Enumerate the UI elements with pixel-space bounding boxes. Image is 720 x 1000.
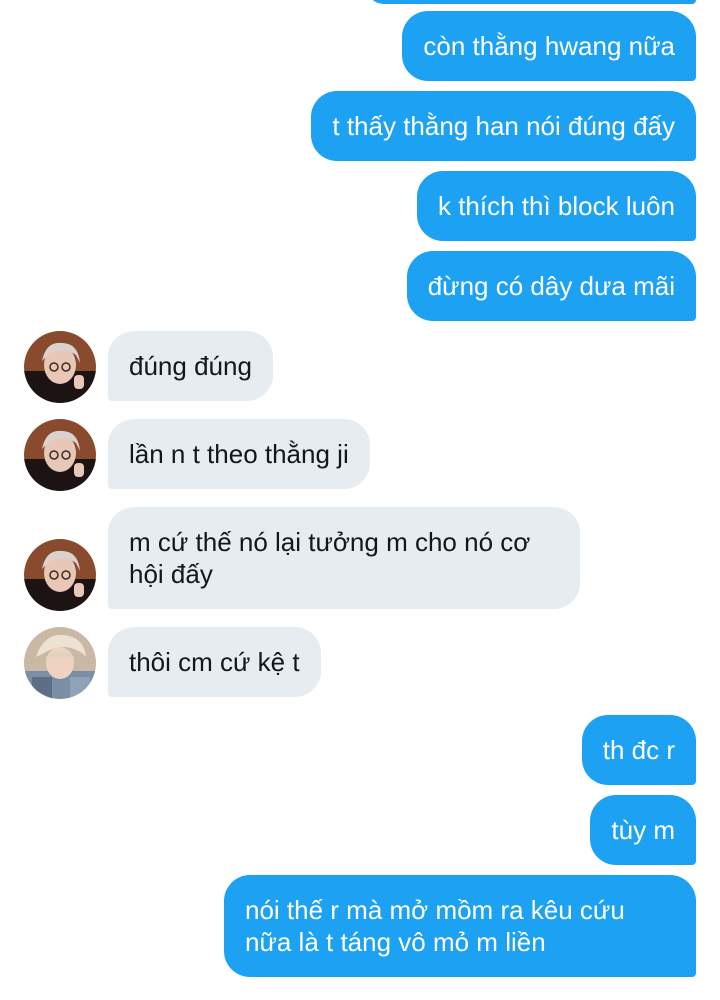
outgoing-message[interactable]: còn thằng hwang nữa <box>402 11 696 81</box>
outgoing-message[interactable]: t thấy thằng han nói đúng đấy <box>311 91 696 161</box>
avatar-user-a[interactable] <box>24 331 96 403</box>
incoming-message[interactable]: lần n t theo thằng ji <box>108 419 370 489</box>
outgoing-message[interactable]: nói thế r mà mở mồm ra kêu cứu nữa là t … <box>224 875 696 977</box>
avatar-photo-icon <box>24 539 96 611</box>
message-text: m cứ thế nó lại tưởng m cho nó cơ hội đấ… <box>129 527 531 589</box>
outgoing-message[interactable]: th đc r <box>581 715 696 785</box>
message-text: t thấy thằng han nói đúng đấy <box>332 111 675 141</box>
previous-message-bubble-clipped <box>366 0 696 4</box>
avatar-photo-icon <box>24 627 96 699</box>
avatar-user-b[interactable] <box>24 627 96 699</box>
message-text: nói thế r mà mở mồm ra kêu cứu nữa là t … <box>245 895 625 957</box>
avatar-photo-icon <box>24 419 96 491</box>
outgoing-message[interactable]: k thích thì block luôn <box>416 171 696 241</box>
incoming-message[interactable]: thôi cm cứ kệ t <box>108 627 321 697</box>
outgoing-message[interactable]: tùy m <box>590 795 696 865</box>
message-text: th đc r <box>602 735 675 765</box>
message-text: tùy m <box>611 815 675 845</box>
incoming-message[interactable]: đúng đúng <box>108 331 273 401</box>
conversation-view[interactable]: còn thằng hwang nữa t thấy thằng han nói… <box>0 0 720 1000</box>
message-text: đừng có dây dưa mãi <box>427 271 675 301</box>
message-text: k thích thì block luôn <box>437 191 675 221</box>
outgoing-message[interactable]: đừng có dây dưa mãi <box>406 251 696 321</box>
incoming-message[interactable]: m cứ thế nó lại tưởng m cho nó cơ hội đấ… <box>108 507 580 609</box>
message-text: còn thằng hwang nữa <box>423 31 675 61</box>
avatar-user-a[interactable] <box>24 419 96 491</box>
message-text: thôi cm cứ kệ t <box>129 647 300 677</box>
avatar-user-a[interactable] <box>24 539 96 611</box>
avatar-photo-icon <box>24 331 96 403</box>
message-text: lần n t theo thằng ji <box>129 439 349 469</box>
message-text: đúng đúng <box>129 351 252 381</box>
